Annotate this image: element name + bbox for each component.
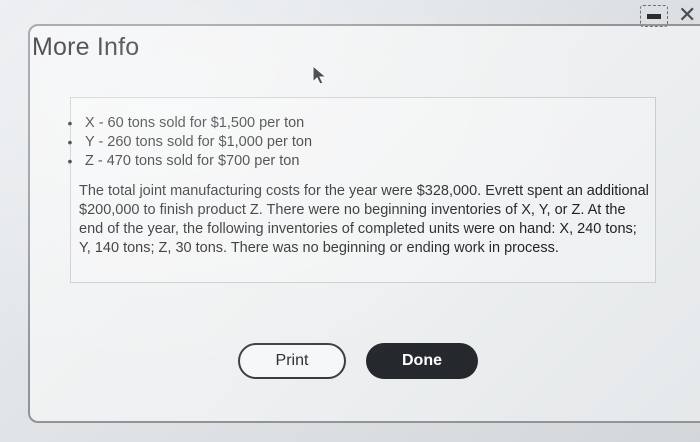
list-item: • Z - 470 tons sold for $700 per ton [63, 152, 312, 171]
close-icon[interactable]: ✕ [678, 5, 696, 27]
mouse-cursor-icon [312, 65, 328, 85]
list-item-text: Y - 260 tons sold for $1,000 per ton [85, 134, 313, 150]
info-content-box: • X - 60 tons sold for $1,500 per ton • Y … [68, 97, 656, 283]
dialog-title: More Info [32, 33, 140, 61]
list-item: • X - 60 tons sold for $1,500 per ton [63, 114, 312, 133]
bullet-icon: • [67, 134, 73, 150]
list-item-text: X - 60 tons sold for $1,500 per ton [85, 115, 305, 131]
window-controls: ✕ [640, 5, 696, 27]
bullet-icon: • [67, 153, 73, 169]
list-item-text: Z - 470 tons sold for $700 per ton [85, 153, 300, 169]
print-button[interactable]: Print [238, 343, 346, 379]
bullet-icon: • [67, 115, 73, 131]
list-item: • Y - 260 tons sold for $1,000 per ton [63, 133, 313, 152]
sales-bullet-list: • X - 60 tons sold for $1,500 per ton • Y … [68, 114, 313, 171]
info-paragraph: The total joint manufacturing costs for … [79, 183, 649, 256]
done-button[interactable]: Done [366, 343, 478, 379]
minimize-icon[interactable] [640, 5, 668, 27]
